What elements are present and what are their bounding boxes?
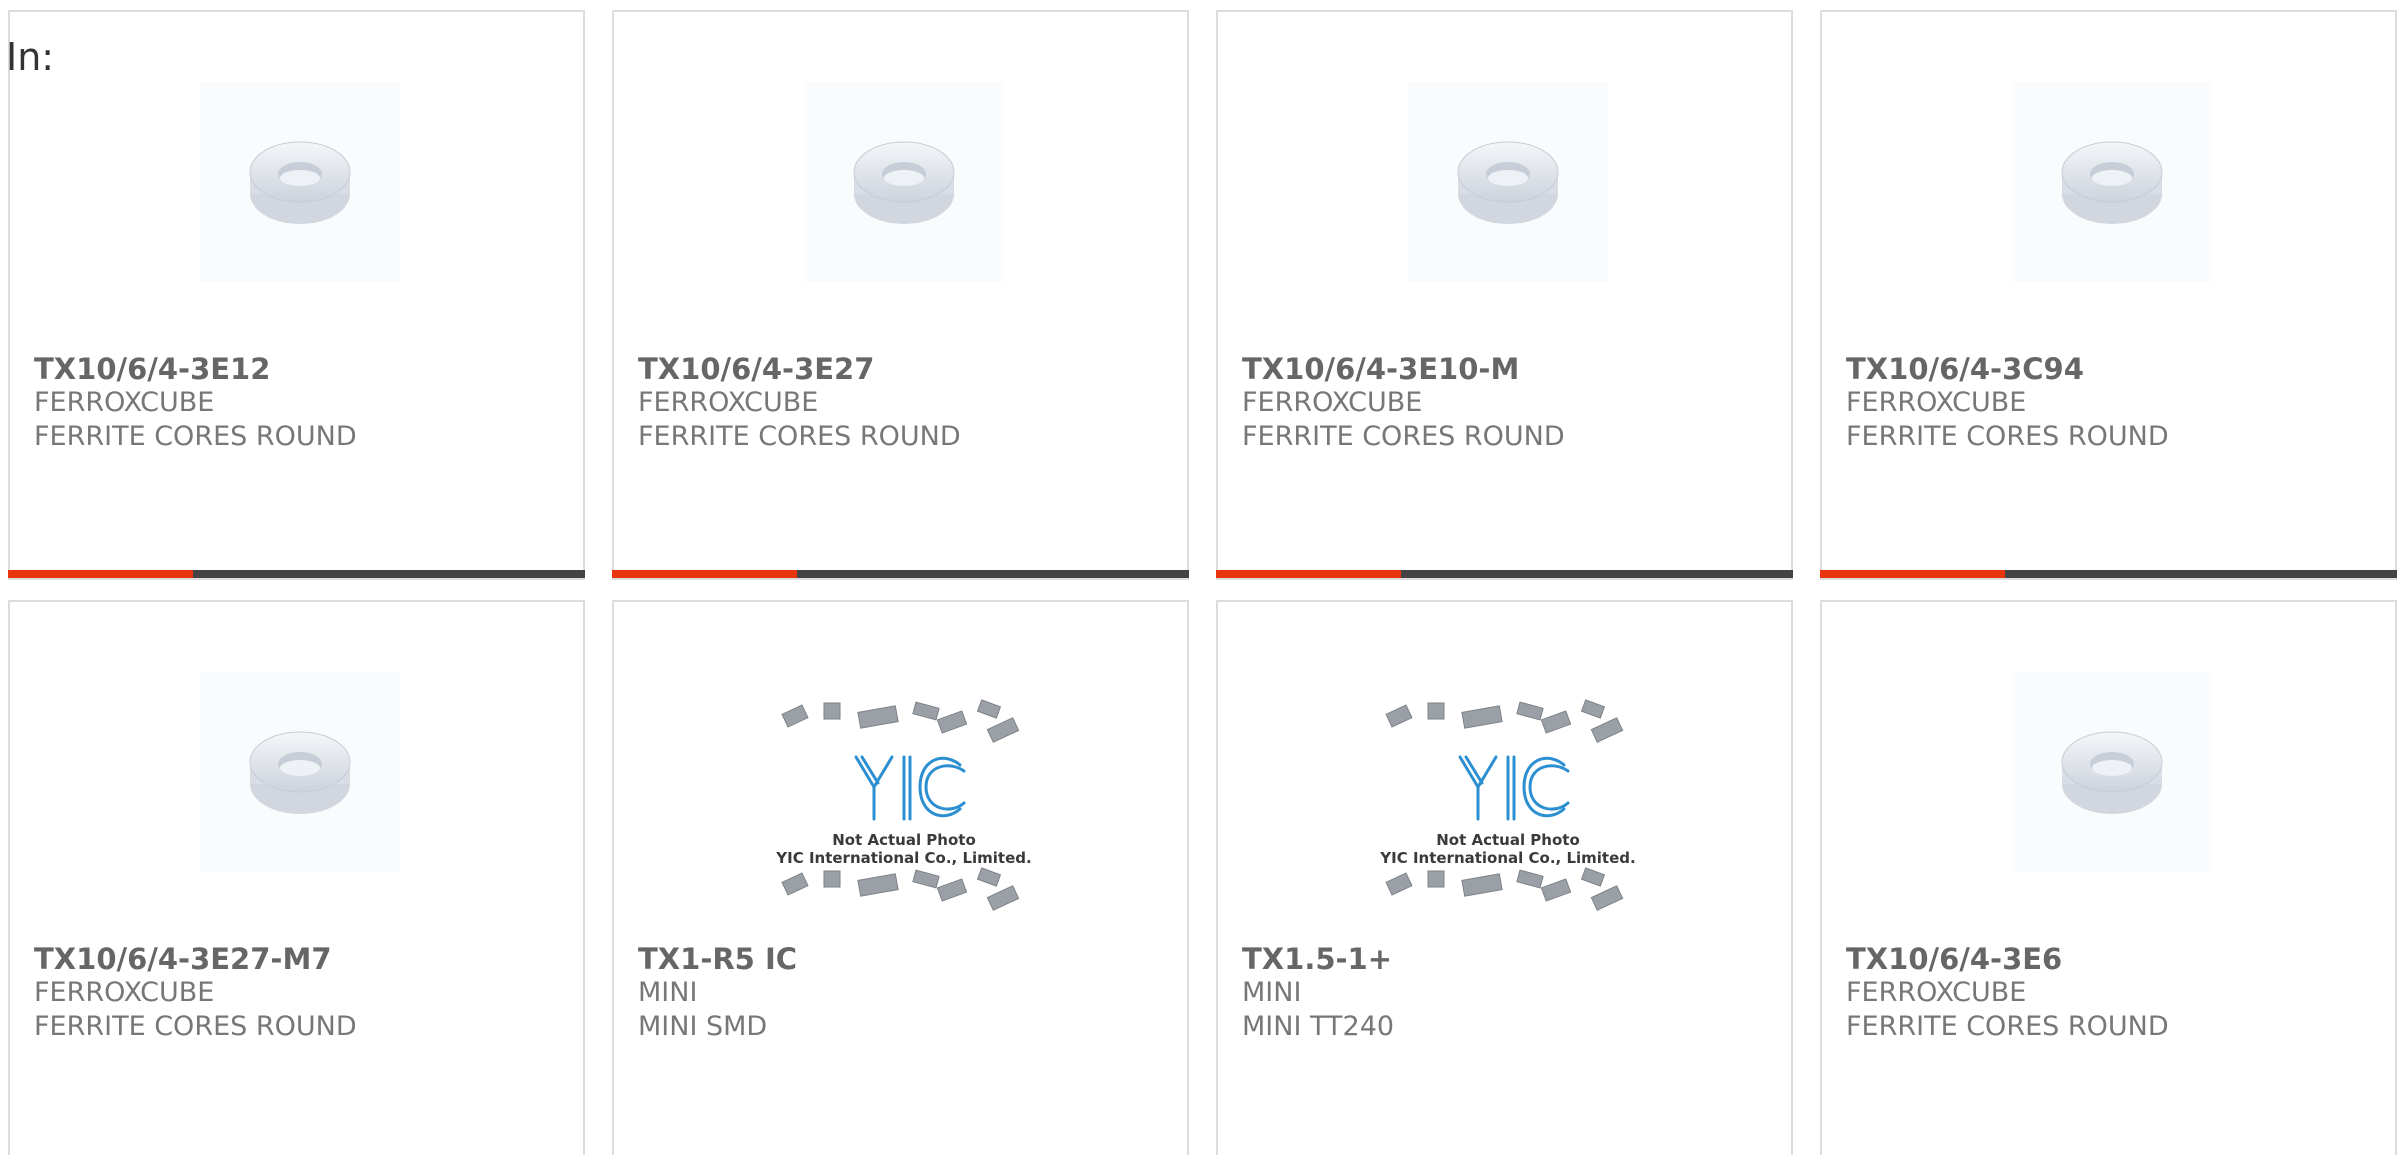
product-image — [200, 82, 400, 282]
part-number[interactable]: TX10/6/4-3E6 — [1846, 942, 2169, 976]
product-info: TX10/6/4-3E6 FERROXCUBE FERRITE CORES RO… — [1846, 942, 2169, 1044]
product-card[interactable]: TX10/6/4-3E27-M7 FERROXCUBE FERRITE CORE… — [8, 600, 585, 1155]
placeholder-line2: YIC International Co., Limited. — [775, 849, 1031, 867]
product-card[interactable]: TX10/6/4-3C94 FERROXCUBE FERRITE CORES R… — [1820, 10, 2397, 580]
product-image — [2012, 672, 2212, 872]
product-card[interactable]: TX10/6/4-3E10-M FERROXCUBE FERRITE CORES… — [1216, 10, 1793, 580]
ferrite-ring-image — [1457, 141, 1559, 224]
part-number[interactable]: TX1.5-1+ — [1242, 942, 1394, 976]
product-card[interactable]: Not Actual Photo YIC International Co., … — [612, 600, 1189, 1155]
product-card[interactable]: TX10/6/4-3E27 FERROXCUBE FERRITE CORES R… — [612, 10, 1189, 580]
ferrite-ring-image — [249, 731, 351, 814]
manufacturer: FERROXCUBE — [1846, 977, 2027, 1008]
part-number[interactable]: TX10/6/4-3E27 — [638, 352, 961, 386]
progress-bar-fill — [612, 570, 797, 578]
description: MINI SMD — [638, 1011, 768, 1042]
part-number[interactable]: TX10/6/4-3E12 — [34, 352, 357, 386]
placeholder-line1: Not Actual Photo — [832, 831, 976, 849]
part-number[interactable]: TX10/6/4-3E10-M — [1242, 352, 1565, 386]
description: FERRITE CORES ROUND — [34, 421, 357, 452]
ferrite-ring-image — [2061, 731, 2163, 814]
description: FERRITE CORES ROUND — [1846, 421, 2169, 452]
progress-bar — [1216, 570, 1793, 578]
product-info: TX10/6/4-3E27-M7 FERROXCUBE FERRITE CORE… — [34, 942, 357, 1044]
product-info: TX1.5-1+ MINI MINI TT240 — [1242, 942, 1394, 1044]
page: In: TX10/6/4-3E12 FERROXCUBE FERRITE COR… — [0, 0, 2400, 1155]
manufacturer: FERROXCUBE — [34, 387, 215, 418]
in-label: In: — [6, 35, 55, 79]
ferrite-ring-image — [853, 141, 955, 224]
part-number[interactable]: TX10/6/4-3E27-M7 — [34, 942, 357, 976]
ferrite-ring-image — [2061, 141, 2163, 224]
progress-bar-fill — [1820, 570, 2005, 578]
part-number[interactable]: TX1-R5 IC — [638, 942, 797, 976]
description: MINI TT240 — [1242, 1011, 1395, 1042]
progress-bar-fill — [1216, 570, 1401, 578]
description: FERRITE CORES ROUND — [34, 1011, 357, 1042]
product-info: TX10/6/4-3E12 FERROXCUBE FERRITE CORES R… — [34, 352, 357, 454]
description: FERRITE CORES ROUND — [638, 421, 961, 452]
product-info: TX10/6/4-3E27 FERROXCUBE FERRITE CORES R… — [638, 352, 961, 454]
progress-bar-fill — [8, 570, 193, 578]
product-grid: TX10/6/4-3E12 FERROXCUBE FERRITE CORES R… — [8, 10, 2397, 1155]
product-image: Not Actual Photo YIC International Co., … — [1368, 687, 1648, 937]
progress-bar — [8, 570, 585, 578]
description: FERRITE CORES ROUND — [1242, 421, 1565, 452]
yic-placeholder-image: Not Actual Photo YIC International Co., … — [1379, 699, 1636, 911]
manufacturer: FERROXCUBE — [1846, 387, 2027, 418]
product-info: TX1-R5 IC MINI MINI SMD — [638, 942, 797, 1044]
product-info: TX10/6/4-3C94 FERROXCUBE FERRITE CORES R… — [1846, 352, 2169, 454]
product-info: TX10/6/4-3E10-M FERROXCUBE FERRITE CORES… — [1242, 352, 1565, 454]
product-image: Not Actual Photo YIC International Co., … — [764, 687, 1044, 937]
progress-bar — [612, 570, 1189, 578]
manufacturer: FERROXCUBE — [34, 977, 215, 1008]
description: FERRITE CORES ROUND — [1846, 1011, 2169, 1042]
product-card[interactable]: TX10/6/4-3E6 FERROXCUBE FERRITE CORES RO… — [1820, 600, 2397, 1155]
product-image — [1408, 82, 1608, 282]
placeholder-line2: YIC International Co., Limited. — [1379, 849, 1635, 867]
progress-bar — [1820, 570, 2397, 578]
part-number[interactable]: TX10/6/4-3C94 — [1846, 352, 2169, 386]
product-image — [2012, 82, 2212, 282]
product-card[interactable]: Not Actual Photo YIC International Co., … — [1216, 600, 1793, 1155]
manufacturer: MINI — [638, 977, 698, 1008]
product-image — [804, 82, 1004, 282]
manufacturer: FERROXCUBE — [1242, 387, 1423, 418]
placeholder-line1: Not Actual Photo — [1436, 831, 1580, 849]
manufacturer: FERROXCUBE — [638, 387, 819, 418]
ferrite-ring-image — [249, 141, 351, 224]
manufacturer: MINI — [1242, 977, 1302, 1008]
yic-placeholder-image: Not Actual Photo YIC International Co., … — [775, 699, 1032, 911]
product-image — [200, 672, 400, 872]
product-card[interactable]: TX10/6/4-3E12 FERROXCUBE FERRITE CORES R… — [8, 10, 585, 580]
